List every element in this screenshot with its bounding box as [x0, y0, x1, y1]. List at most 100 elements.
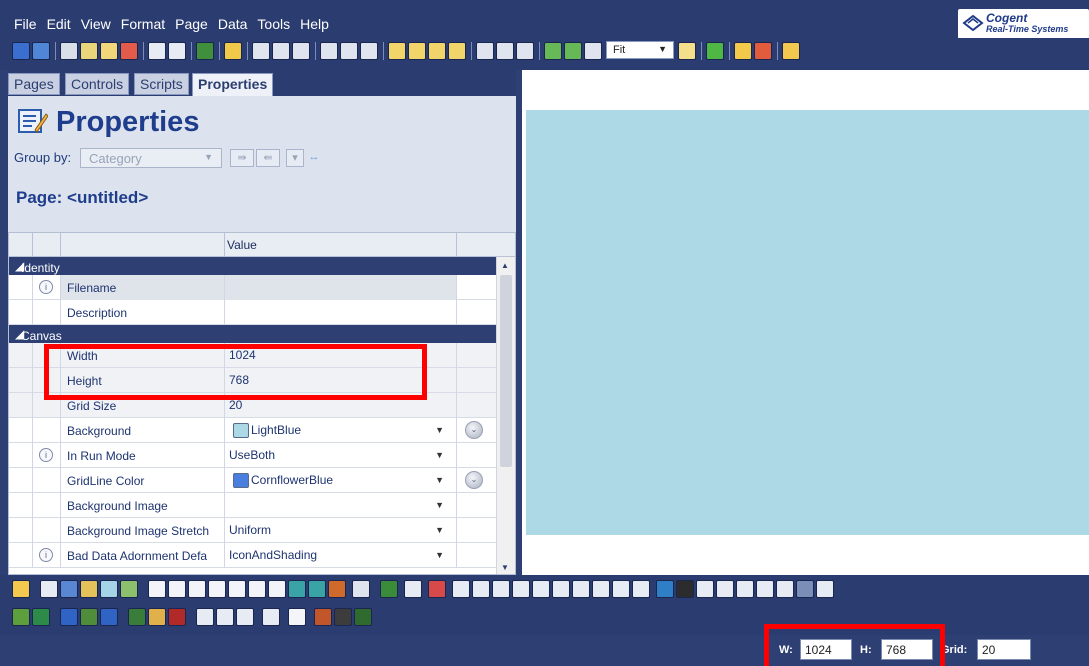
chevron-down-icon[interactable]: ▼ — [435, 450, 444, 460]
dark-orb-control-icon[interactable] — [334, 608, 352, 626]
chevron-down-icon[interactable]: ▼ — [435, 500, 444, 510]
align-middle-icon[interactable] — [340, 42, 358, 60]
align-center-icon[interactable] — [272, 42, 290, 60]
chevron-down-icon[interactable]: ▼ — [435, 550, 444, 560]
zoom-out-icon[interactable] — [564, 42, 582, 60]
panel-control-icon[interactable] — [404, 580, 422, 598]
menu-page[interactable]: Page — [175, 16, 208, 32]
gauge-3-control-icon[interactable] — [492, 580, 510, 598]
bell-control-icon[interactable] — [12, 580, 30, 598]
settings-icon[interactable] — [678, 42, 696, 60]
chevron-down-icon[interactable]: ▼ — [435, 525, 444, 535]
row-background[interactable]: Background LightBlue ▼ ⌄ — [9, 418, 496, 443]
section-identity[interactable]: ◢ Identity — [9, 257, 496, 275]
row-value-cell[interactable]: 768 — [225, 368, 457, 393]
gauge-7-control-icon[interactable] — [572, 580, 590, 598]
area-chart-control-icon[interactable] — [120, 580, 138, 598]
record-icon[interactable] — [754, 42, 772, 60]
run-icon[interactable] — [706, 42, 724, 60]
wave-control-icon[interactable] — [776, 580, 794, 598]
ellipse-control-icon[interactable] — [196, 608, 214, 626]
chevron-down-icon[interactable]: ▼ — [435, 475, 444, 485]
align-bottom-icon[interactable] — [360, 42, 378, 60]
bar-control-icon[interactable] — [354, 608, 372, 626]
run-mode-icon[interactable] — [196, 42, 214, 60]
emoji-control-icon[interactable] — [148, 608, 166, 626]
text-format-control-icon[interactable] — [308, 580, 326, 598]
align-right-icon[interactable] — [292, 42, 310, 60]
image-control-icon[interactable] — [328, 580, 346, 598]
send-backward-icon[interactable] — [448, 42, 466, 60]
textbox-control-icon[interactable] — [168, 580, 186, 598]
ungroup-icon[interactable] — [496, 42, 514, 60]
rectangle-control-icon[interactable] — [216, 608, 234, 626]
checkbox-control-icon[interactable] — [188, 580, 206, 598]
gauge-6-control-icon[interactable] — [552, 580, 570, 598]
bring-forward-icon[interactable] — [428, 42, 446, 60]
bar-chart-control-icon[interactable] — [80, 580, 98, 598]
copy-icon[interactable] — [80, 42, 98, 60]
group-icon[interactable] — [476, 42, 494, 60]
tab-controls[interactable]: Controls — [65, 73, 130, 95]
delete-icon[interactable] — [120, 42, 138, 60]
gauge-control-icon[interactable] — [452, 580, 470, 598]
row-value-cell[interactable]: IconAndShading ▼ — [225, 543, 457, 568]
new-page-icon[interactable] — [12, 42, 30, 60]
scrollbar-thumb[interactable] — [500, 275, 512, 467]
row-value-cell[interactable] — [225, 300, 457, 325]
knob-control-icon[interactable] — [676, 580, 694, 598]
picture-control-icon[interactable] — [12, 608, 30, 626]
cut-icon[interactable] — [60, 42, 78, 60]
tab-pages[interactable]: Pages — [8, 73, 60, 95]
row-filename[interactable]: i Filename — [9, 275, 496, 300]
menu-file[interactable]: File — [14, 16, 37, 32]
orb-control-icon[interactable] — [314, 608, 332, 626]
group-by-select[interactable]: Category ▼ — [80, 148, 222, 168]
row-gridline-color[interactable]: GridLine Color CornflowerBlue ▼ ⌄ — [9, 468, 496, 493]
stop-control-icon[interactable] — [168, 608, 186, 626]
row-height[interactable]: Height 768 — [9, 368, 496, 393]
dial-control-icon[interactable] — [656, 580, 674, 598]
tank-control-icon[interactable] — [796, 580, 814, 598]
lock-icon[interactable] — [224, 42, 242, 60]
checkbox-checked-control-icon[interactable] — [208, 580, 226, 598]
section-canvas[interactable]: ◢ Canvas — [9, 325, 496, 343]
gauge-9-control-icon[interactable] — [612, 580, 630, 598]
menu-edit[interactable]: Edit — [47, 16, 71, 32]
menu-help[interactable]: Help — [300, 16, 329, 32]
text-control-icon[interactable] — [288, 580, 306, 598]
swap-icon[interactable]: ↔ — [306, 149, 322, 167]
layout-control-icon[interactable] — [32, 608, 50, 626]
line-control-icon[interactable] — [696, 580, 714, 598]
curve-control-icon[interactable] — [736, 580, 754, 598]
lock-page-icon[interactable] — [734, 42, 752, 60]
script-icon[interactable] — [782, 42, 800, 60]
gear-control-icon[interactable] — [262, 608, 280, 626]
row-bad-data-adornment[interactable]: i Bad Data Adornment Defa IconAndShading… — [9, 543, 496, 568]
menu-format[interactable]: Format — [121, 16, 165, 32]
row-value-cell[interactable]: CornflowerBlue ▼ — [225, 468, 457, 493]
dropdown-chevron-icon[interactable]: ▾ — [286, 149, 304, 167]
color-wheel-control-icon[interactable] — [428, 580, 446, 598]
color-picker-icon[interactable]: ⌄ — [465, 471, 483, 489]
gauge-2-control-icon[interactable] — [472, 580, 490, 598]
media-control-icon[interactable] — [80, 608, 98, 626]
arc-control-icon[interactable] — [756, 580, 774, 598]
tab-properties[interactable]: Properties — [192, 73, 274, 97]
radio-control-icon[interactable] — [228, 580, 246, 598]
gauge-5-control-icon[interactable] — [532, 580, 550, 598]
slider-control-icon[interactable] — [352, 580, 370, 598]
bring-to-front-icon[interactable] — [388, 42, 406, 60]
color-picker-icon[interactable]: ⌄ — [465, 421, 483, 439]
pipe-control-icon[interactable] — [816, 580, 834, 598]
row-value-cell[interactable]: 1024 — [225, 343, 457, 368]
gauge-4-control-icon[interactable] — [512, 580, 530, 598]
form-control-icon[interactable] — [60, 608, 78, 626]
tree-control-icon[interactable] — [716, 580, 734, 598]
align-left-icon[interactable] — [252, 42, 270, 60]
width-input[interactable]: 1024 — [800, 639, 852, 660]
label-control-icon[interactable] — [268, 580, 286, 598]
zoom-select[interactable]: Fit ▼ — [606, 41, 674, 59]
page-canvas[interactable] — [526, 110, 1089, 535]
circle-control-icon[interactable] — [236, 608, 254, 626]
